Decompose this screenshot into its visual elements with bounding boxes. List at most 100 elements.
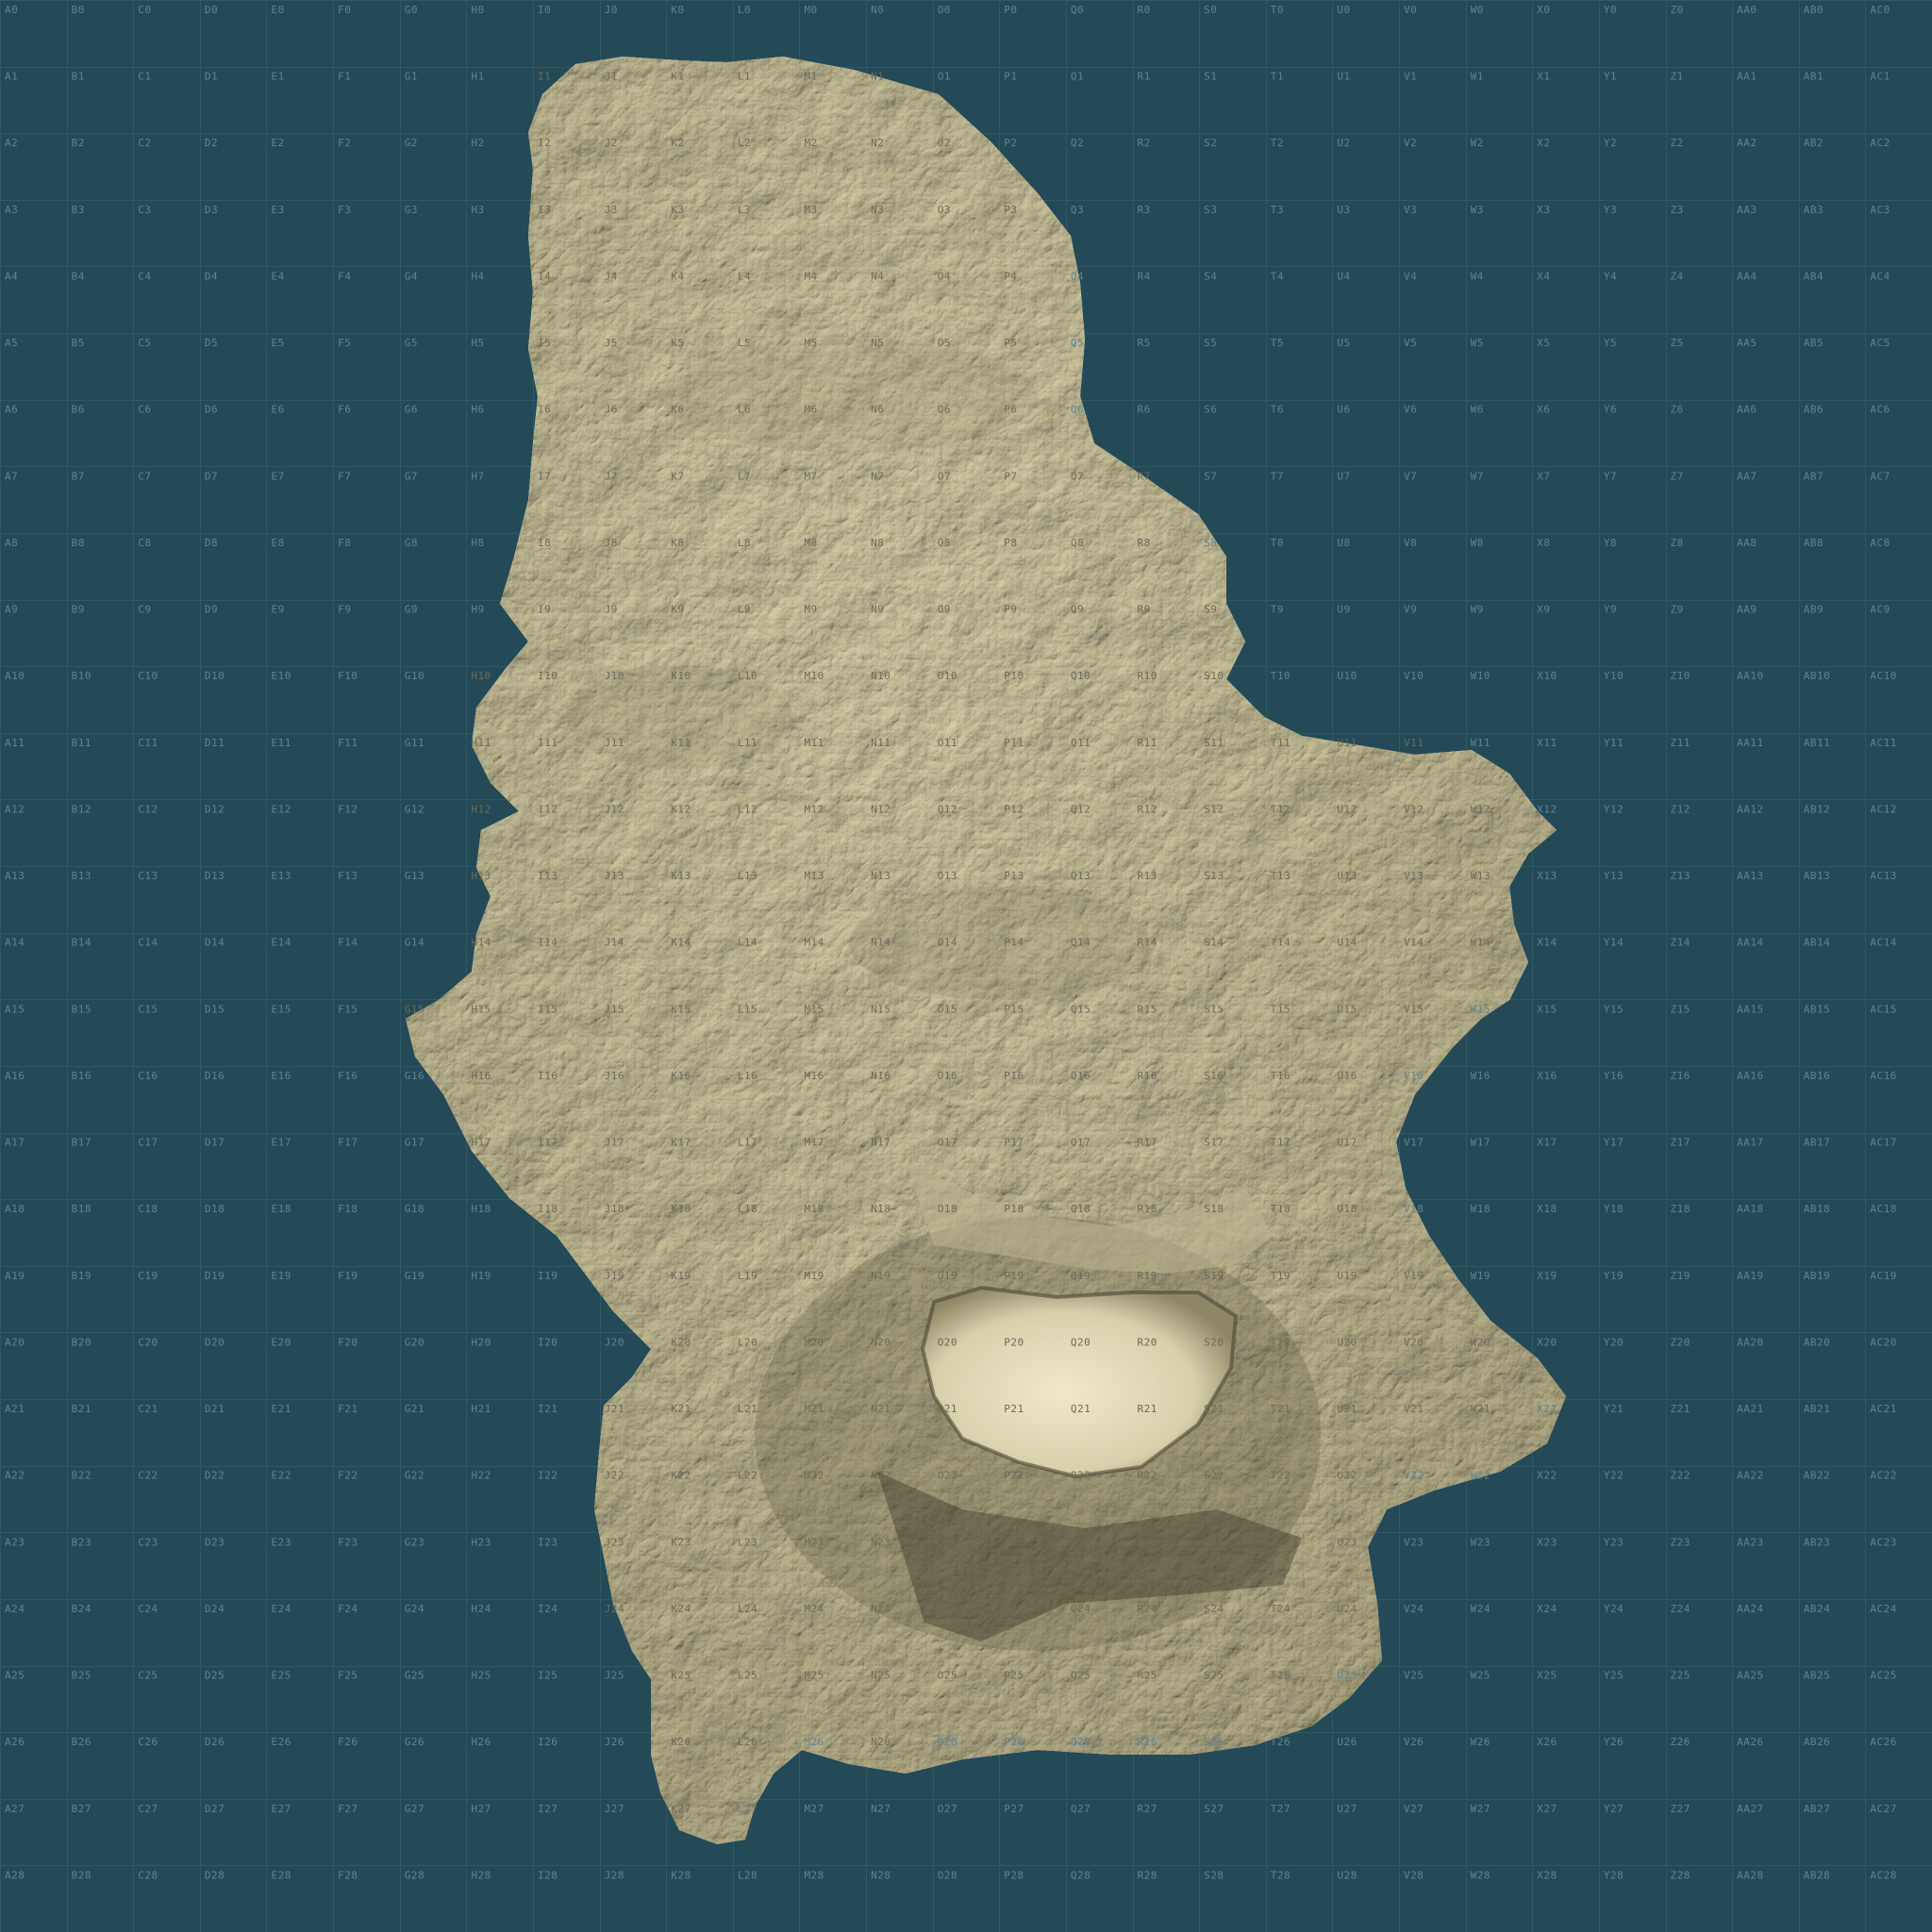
- grid-cell-label: X8: [1537, 537, 1550, 549]
- grid-cell-label: U13: [1337, 870, 1357, 882]
- grid-cell-label: J11: [605, 737, 625, 749]
- grid-cell-label: U3: [1337, 204, 1350, 216]
- grid-cell-label: C24: [138, 1603, 158, 1615]
- grid-cell-label: F27: [338, 1803, 358, 1815]
- grid-cell-label: J17: [605, 1137, 625, 1149]
- grid-cell-label: H2: [471, 137, 484, 149]
- grid-cell-label: T20: [1271, 1336, 1291, 1348]
- grid-cell-label: S4: [1204, 270, 1217, 282]
- grid-cell-label: F11: [338, 737, 358, 749]
- terrain-map[interactable]: A0 B0 C0 D0 E0 F0 G0 H0 I0 J0 K0 L0 M0 N0 O0 P0 Q0 R0 S0 T0…: [0, 0, 1932, 1932]
- grid-cell-label: O19: [938, 1270, 958, 1282]
- grid-cell-label: AC11: [1870, 737, 1897, 749]
- grid-cell-label: S16: [1204, 1070, 1224, 1082]
- grid-cell-label: H7: [471, 470, 484, 482]
- grid-cell-label: J2: [605, 137, 618, 149]
- grid-cell-label: B19: [72, 1270, 92, 1282]
- grid-cell-label: X13: [1537, 870, 1557, 882]
- grid-cell-label: A0: [5, 4, 18, 16]
- grid-cell-label: Y4: [1604, 270, 1617, 282]
- grid-cell-label: Y20: [1604, 1336, 1624, 1348]
- grid-cell-label: H20: [471, 1336, 491, 1348]
- grid-cell-label: F16: [338, 1070, 358, 1082]
- grid-cell-label: T5: [1271, 337, 1284, 349]
- grid-cell-label: Z21: [1671, 1403, 1690, 1415]
- grid-cell-label: B13: [72, 870, 92, 882]
- ridge-central: [849, 887, 1151, 1000]
- grid-cell-label: X11: [1537, 737, 1557, 749]
- grid-cell-label: P11: [1004, 737, 1024, 749]
- grid-cell-label: K24: [671, 1603, 691, 1615]
- grid-cell-label: U7: [1337, 470, 1350, 482]
- grid-cell-label: AA1: [1737, 71, 1757, 83]
- grid-cell-label: F19: [338, 1270, 358, 1282]
- grid-cell-label: G14: [405, 937, 425, 949]
- grid-cell-label: A14: [5, 937, 25, 949]
- grid-cell-label: E27: [271, 1803, 291, 1815]
- grid-cell-label: V14: [1404, 937, 1424, 949]
- grid-cell-label: L26: [738, 1736, 758, 1748]
- grid-cell-label: E24: [271, 1603, 291, 1615]
- grid-cell-label: U14: [1337, 937, 1357, 949]
- grid-cell-label: AB25: [1804, 1670, 1831, 1682]
- grid-cell-label: X10: [1537, 670, 1557, 682]
- grid-cell-label: T16: [1271, 1070, 1291, 1082]
- grid-cell-label: S2: [1204, 137, 1217, 149]
- grid-cell-label: G13: [405, 870, 425, 882]
- grid-cell-label: G8: [405, 537, 418, 549]
- grid-cell-label: F23: [338, 1536, 358, 1548]
- grid-cell-label: I3: [538, 204, 551, 216]
- grid-cell-label: A6: [5, 404, 18, 416]
- grid-cell-label: AA23: [1737, 1536, 1764, 1548]
- grid-cell-label: Q10: [1071, 670, 1091, 682]
- grid-cell-label: AA24: [1737, 1603, 1764, 1615]
- grid-cell-label: K8: [671, 537, 684, 549]
- grid-cell-label: P23: [1004, 1536, 1024, 1548]
- grid-cell-label: L8: [738, 537, 751, 549]
- grid-cell-label: T21: [1271, 1403, 1291, 1415]
- grid-cell-label: N14: [871, 937, 891, 949]
- grid-cell-label: C4: [138, 270, 151, 282]
- grid-cell-label: B24: [72, 1603, 92, 1615]
- grid-cell-label: Y21: [1604, 1403, 1624, 1415]
- grid-cell-label: O7: [938, 470, 951, 482]
- grid-cell-label: X20: [1537, 1336, 1557, 1348]
- grid-cell-label: O9: [938, 604, 951, 616]
- grid-cell-label: K27: [671, 1803, 691, 1815]
- grid-cell-label: AB12: [1804, 803, 1831, 815]
- grid-cell-label: G1: [405, 71, 418, 83]
- grid-cell-label: L17: [738, 1137, 758, 1149]
- map-canvas[interactable]: A0 B0 C0 D0 E0 F0 G0 H0 I0 J0 K0 L0 M0 N0 O0 P0 Q0 R0 S0 T0…: [0, 0, 1932, 1932]
- grid-cell-label: AC23: [1870, 1536, 1897, 1548]
- grid-cell-label: R24: [1138, 1603, 1158, 1615]
- grid-cell-label: U18: [1337, 1203, 1357, 1215]
- grid-cell-label: V3: [1404, 204, 1417, 216]
- ridge-north: [660, 340, 1038, 453]
- grid-cell-label: Y23: [1604, 1536, 1624, 1548]
- grid-cell-label: L15: [738, 1003, 758, 1015]
- grid-cell-label: D18: [205, 1203, 225, 1215]
- grid-cell-label: M20: [804, 1336, 824, 1348]
- grid-cell-label: A27: [5, 1803, 25, 1815]
- grid-cell-label: M0: [804, 4, 817, 16]
- grid-cell-label: AA27: [1737, 1803, 1764, 1815]
- grid-cell-label: O2: [938, 137, 951, 149]
- grid-cell-label: T25: [1271, 1670, 1291, 1682]
- grid-cell-label: N12: [871, 803, 891, 815]
- grid-cell-label: V7: [1404, 470, 1417, 482]
- grid-cell-label: Y1: [1604, 71, 1617, 83]
- grid-cell-label: P26: [1004, 1736, 1024, 1748]
- grid-cell-label: A17: [5, 1137, 25, 1149]
- grid-cell-label: M24: [804, 1603, 824, 1615]
- grid-cell-label: K23: [671, 1536, 691, 1548]
- grid-cell-label: O11: [938, 737, 958, 749]
- grid-cell-label: W8: [1471, 537, 1484, 549]
- grid-cell-label: Q18: [1071, 1203, 1091, 1215]
- grid-cell-label: T19: [1271, 1270, 1291, 1282]
- grid-cell-label: K1: [671, 71, 684, 83]
- grid-cell-label: Y26: [1604, 1736, 1624, 1748]
- grid-cell-label: W1: [1471, 71, 1484, 83]
- grid-cell-label: AB10: [1804, 670, 1831, 682]
- grid-cell-label: Y17: [1604, 1137, 1624, 1149]
- grid-cell-label: W26: [1471, 1736, 1491, 1748]
